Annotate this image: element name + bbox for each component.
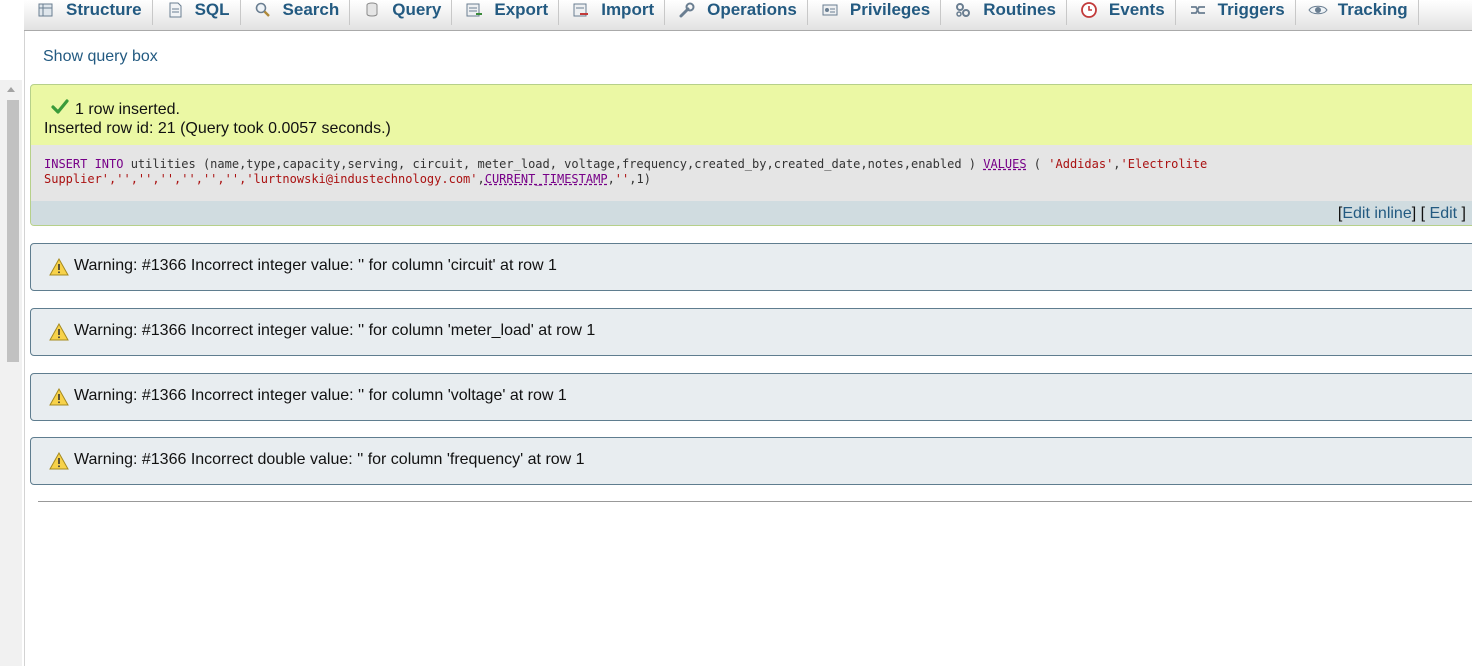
inserted-row-id-text: Inserted row id: 21 (Query took 0.0057 s… (44, 120, 391, 137)
table-tab-bar: Structure SQL Search Query Export Import (24, 0, 1472, 31)
wrench-icon (677, 1, 697, 19)
edit-links: [Edit inline] [ Edit ] (1338, 205, 1466, 223)
import-icon (571, 1, 591, 19)
checkmark-icon (51, 99, 69, 120)
sql-string: ,'','','','','','', (109, 172, 247, 186)
tab-events[interactable]: Events (1067, 0, 1176, 25)
left-scrollbar[interactable] (0, 80, 22, 666)
sql-table-columns: utilities (name,type,capacity,serving, c… (123, 157, 984, 171)
sql-punct: ( (1026, 157, 1049, 171)
tab-routines[interactable]: Routines (941, 0, 1067, 25)
sql-string: 'lurtnowski@industechnology.com' (246, 172, 478, 186)
sql-string: '' (614, 172, 630, 186)
warning-triangle-icon (49, 257, 69, 276)
warning-text: Warning: #1366 Incorrect integer value: … (74, 387, 567, 404)
warning-triangle-icon (49, 451, 69, 470)
success-line: 1 row inserted. (51, 99, 180, 120)
tab-privileges[interactable]: Privileges (808, 0, 942, 25)
tab-label: Routines (983, 0, 1056, 19)
privileges-icon (820, 1, 840, 19)
warning-text: Warning: #1366 Incorrect integer value: … (74, 257, 557, 274)
sql-keyword-insert: INSERT INTO (44, 157, 124, 171)
tab-label: Privileges (849, 0, 931, 19)
warning-box: Warning: #1366 Incorrect integer value: … (30, 373, 1472, 421)
sql-punct: , (1113, 157, 1121, 171)
warning-box: Warning: #1366 Incorrect double value: '… (30, 437, 1472, 485)
warning-text: Warning: #1366 Incorrect integer value: … (74, 322, 596, 339)
tab-label: Export (494, 0, 549, 19)
tab-label: Search (282, 0, 340, 19)
tab-label: Operations (707, 0, 797, 19)
tab-export[interactable]: Export (452, 0, 560, 25)
tab-label: Import (601, 0, 655, 19)
bracket: ] [ (1411, 205, 1426, 222)
edit-link[interactable]: Edit (1430, 205, 1458, 222)
sql-punct: , (477, 172, 485, 186)
tab-label: Tracking (1337, 0, 1408, 19)
eye-icon (1308, 1, 1328, 19)
rows-inserted-text: 1 row inserted. (75, 100, 180, 118)
sql-query-display: INSERT INTO utilities (name,type,capacit… (31, 145, 1472, 201)
show-query-box-link[interactable]: Show query box (43, 48, 158, 66)
edit-inline-link[interactable]: Edit inline (1342, 205, 1411, 222)
export-icon (464, 1, 484, 19)
success-message-box: 1 row inserted. Inserted row id: 21 (Que… (30, 84, 1472, 226)
warning-triangle-icon (49, 322, 69, 341)
query-icon (362, 1, 382, 19)
warning-text: Warning: #1366 Incorrect double value: '… (74, 451, 585, 468)
scroll-up-arrow-icon[interactable] (7, 87, 15, 92)
tab-label: Query (392, 0, 442, 19)
warning-triangle-icon (49, 387, 69, 406)
search-icon (253, 1, 273, 19)
tab-triggers[interactable]: Triggers (1176, 0, 1296, 25)
clock-icon (1079, 1, 1099, 19)
routines-icon (953, 1, 973, 19)
tab-structure[interactable]: Structure (24, 0, 153, 25)
tab-query[interactable]: Query (350, 0, 453, 25)
tab-label: Structure (66, 0, 142, 19)
bracket: ] (1461, 205, 1466, 222)
sql-icon (165, 1, 185, 19)
sql-string: 'Addidas' (1048, 157, 1114, 171)
scrollbar-thumb[interactable] (7, 100, 19, 362)
tab-operations[interactable]: Operations (665, 0, 808, 25)
tab-label: Triggers (1217, 0, 1285, 19)
warning-box: Warning: #1366 Incorrect integer value: … (30, 243, 1472, 291)
tab-search[interactable]: Search (241, 0, 351, 25)
sql-function: CURRENT_TIMESTAMP (484, 172, 608, 186)
sql-edit-bar: [Edit inline] [ Edit ] (31, 201, 1472, 225)
tab-sql[interactable]: SQL (153, 0, 241, 25)
structure-icon (36, 1, 56, 19)
divider (38, 501, 1472, 502)
sql-keyword-values: VALUES (983, 157, 1027, 171)
sql-punct: ,1) (629, 172, 651, 186)
triggers-icon (1188, 1, 1208, 19)
sql-punct: , (607, 172, 615, 186)
tab-label: SQL (194, 0, 230, 19)
tab-import[interactable]: Import (559, 0, 666, 25)
tab-label: Events (1108, 0, 1165, 19)
warning-box: Warning: #1366 Incorrect integer value: … (30, 308, 1472, 356)
tab-tracking[interactable]: Tracking (1296, 0, 1419, 25)
